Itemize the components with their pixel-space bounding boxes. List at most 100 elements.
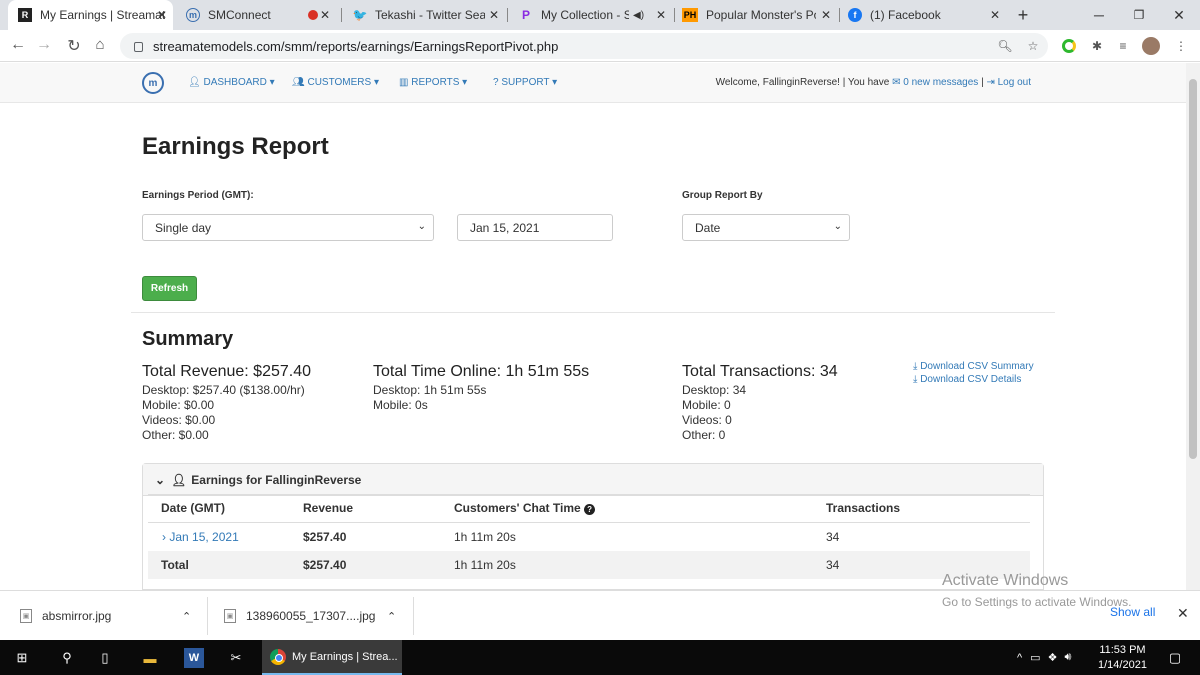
volume-icon[interactable]: 🔊︎ <box>1064 651 1071 664</box>
word-icon[interactable]: W <box>184 648 204 668</box>
scrollbar-thumb[interactable] <box>1189 79 1197 459</box>
chevron-down-icon: ⌄ <box>155 472 166 487</box>
task-view-icon[interactable]: ▯ <box>95 648 115 668</box>
tab-my-earnings[interactable]: R My Earnings | Streamate ✕ <box>8 0 173 30</box>
chrome-icon <box>270 648 286 665</box>
total-label: Total <box>161 558 189 572</box>
nav-customers[interactable]: 👥︎ CUSTOMERS ▾ <box>292 77 379 88</box>
close-icon[interactable]: ✕ <box>157 8 167 22</box>
close-window-button[interactable]: ✕ <box>1160 0 1198 30</box>
tab-recording[interactable]: ✕ <box>296 0 338 30</box>
messages-link[interactable]: ✉ 0 new messages <box>892 77 978 88</box>
download-item[interactable]: ▣ 138960055_17307....jpg ⌃ <box>224 591 409 641</box>
back-button[interactable]: ← <box>8 36 28 54</box>
col-header-revenue: Revenue <box>303 501 354 515</box>
nav-support-label: SUPPORT <box>501 77 550 88</box>
new-tab-button[interactable]: + <box>1004 0 1042 30</box>
table-divider <box>148 494 1030 495</box>
tab-smconnect[interactable]: m SMConnect <box>176 0 294 30</box>
close-icon[interactable]: ✕ <box>320 8 330 22</box>
transactions-desktop: Desktop: 34 <box>682 383 747 397</box>
tab-my-collection[interactable]: P My Collection - Sta ◀) ✕ <box>509 0 672 30</box>
date-value: Jan 15, 2021 <box>470 220 540 235</box>
tab-facebook[interactable]: f (1) Facebook ✕ <box>838 0 1006 30</box>
transactions-videos: Videos: 0 <box>682 413 732 427</box>
lock-icon <box>134 42 143 52</box>
extensions-puzzle-icon[interactable]: ✱ <box>1088 37 1106 55</box>
download-details-label: Download CSV Details <box>920 374 1022 385</box>
date-input[interactable]: Jan 15, 2021 <box>457 214 613 241</box>
close-icon[interactable]: ✕ <box>489 8 499 22</box>
chevron-right-icon: › <box>162 530 166 544</box>
bookmark-star-icon[interactable]: ☆ <box>1024 37 1042 55</box>
reload-button[interactable]: ↻ <box>64 36 84 56</box>
nav-reports[interactable]: ▥ REPORTS ▾ <box>399 77 467 88</box>
close-icon[interactable]: ✕ <box>821 8 831 22</box>
row-date-link[interactable]: › Jan 15, 2021 <box>162 530 239 544</box>
tab-ph[interactable]: PH Popular Monster's Porn ✕ <box>672 0 837 30</box>
col-header-chat-time: Customers' Chat Time ? <box>454 501 596 515</box>
logout-link[interactable]: ⇥ Log out <box>986 77 1031 88</box>
extension-green-icon[interactable] <box>1060 37 1078 55</box>
close-icon[interactable]: ✕ <box>656 8 666 22</box>
url-bar[interactable]: streamatemodels.com/smm/reports/earnings… <box>120 33 1048 59</box>
chevron-up-icon[interactable]: ^ <box>1017 652 1022 664</box>
close-icon[interactable]: ✕ <box>1177 605 1189 622</box>
restore-button[interactable]: ❐ <box>1120 0 1158 30</box>
chevron-up-icon[interactable]: ⌃ <box>387 610 396 623</box>
download-csv-details-link[interactable]: ⤓ Download CSV Details <box>913 374 1021 385</box>
dropbox-icon[interactable]: ❖ <box>1048 651 1058 664</box>
divider <box>413 597 414 635</box>
period-select[interactable]: Single day ⌄ <box>142 214 434 241</box>
chevron-down-icon: ⌄ <box>417 221 426 232</box>
close-icon[interactable]: ✕ <box>990 8 1000 22</box>
taskbar-chrome-window[interactable]: My Earnings | Strea... <box>262 640 402 675</box>
time-breakdown: Desktop: 1h 51m 55s Mobile: 0s <box>373 383 486 413</box>
taskbar-clock[interactable]: 11:53 PM 1/14/2021 <box>1098 643 1147 673</box>
page-scrollbar[interactable] <box>1186 63 1200 590</box>
help-circle-icon[interactable]: ? <box>584 504 596 515</box>
col-header-date: Date (GMT) <box>161 501 225 515</box>
snipping-tool-icon[interactable]: ✂ <box>226 648 246 668</box>
media-queue-icon[interactable]: ≡ <box>1114 37 1132 55</box>
menu-kebab-icon[interactable]: ⋮ <box>1172 37 1190 55</box>
profile-avatar[interactable] <box>1142 37 1160 55</box>
refresh-button[interactable]: Refresh <box>142 276 197 301</box>
tab-title: SMConnect <box>208 8 271 22</box>
total-time-online: Total Time Online: 1h 51m 55s <box>373 363 590 380</box>
network-icon[interactable]: ▭ <box>1030 651 1040 664</box>
chevron-up-icon[interactable]: ⌃ <box>182 610 191 623</box>
file-explorer-icon[interactable]: ▬ <box>140 648 160 668</box>
zoom-icon[interactable]: 🔍︎ <box>996 37 1014 55</box>
notification-icon[interactable]: ▢ <box>1165 648 1185 668</box>
download-csv-summary-link[interactable]: ⤓ Download CSV Summary <box>913 361 1034 372</box>
forward-button[interactable]: → <box>34 36 54 54</box>
download-icon: ⤓ <box>913 374 918 385</box>
address-toolbar: ← → ↻ ⌂ streamatemodels.com/smm/reports/… <box>0 30 1200 62</box>
nav-dashboard[interactable]: 👤︎ DASHBOARD ▾ <box>188 77 275 88</box>
streamate-logo[interactable]: m <box>142 72 164 94</box>
tab-twitter[interactable]: 🐦 Tekashi - Twitter Search ✕ <box>343 0 505 30</box>
total-row <box>148 551 1030 579</box>
chevron-down-icon: ⌄ <box>833 221 842 232</box>
earnings-panel-header[interactable]: ⌄ 👤︎ Earnings for FallinginReverse <box>143 464 1043 496</box>
minimize-button[interactable]: ─ <box>1080 0 1118 30</box>
group-select[interactable]: Date ⌄ <box>682 214 850 241</box>
col-header-transactions: Transactions <box>826 501 901 515</box>
revenue-other: Other: $0.00 <box>142 428 209 442</box>
row-revenue: $257.40 <box>303 530 347 544</box>
download-filename: 138960055_17307....jpg <box>246 609 376 623</box>
transactions-mobile: Mobile: 0 <box>682 398 731 412</box>
browser-tab-bar: R My Earnings | Streamate ✕ m SMConnect … <box>0 0 1200 30</box>
page-title: Earnings Report <box>142 133 329 160</box>
row-transactions: 34 <box>826 530 840 544</box>
search-icon[interactable]: ⚲ <box>57 648 77 668</box>
welcome-text: Welcome, FallinginReverse! | You have <box>715 77 890 88</box>
total-revenue-cell: $257.40 <box>303 558 347 572</box>
download-item[interactable]: ▣ absmirror.jpg ⌃ <box>20 591 200 641</box>
messages-label: 0 new messages <box>903 77 979 88</box>
nav-support[interactable]: ? SUPPORT ▾ <box>493 77 557 88</box>
windows-start-icon[interactable]: ⊞ <box>12 648 32 668</box>
home-button[interactable]: ⌂ <box>90 36 110 53</box>
summary-title: Summary <box>142 328 234 350</box>
